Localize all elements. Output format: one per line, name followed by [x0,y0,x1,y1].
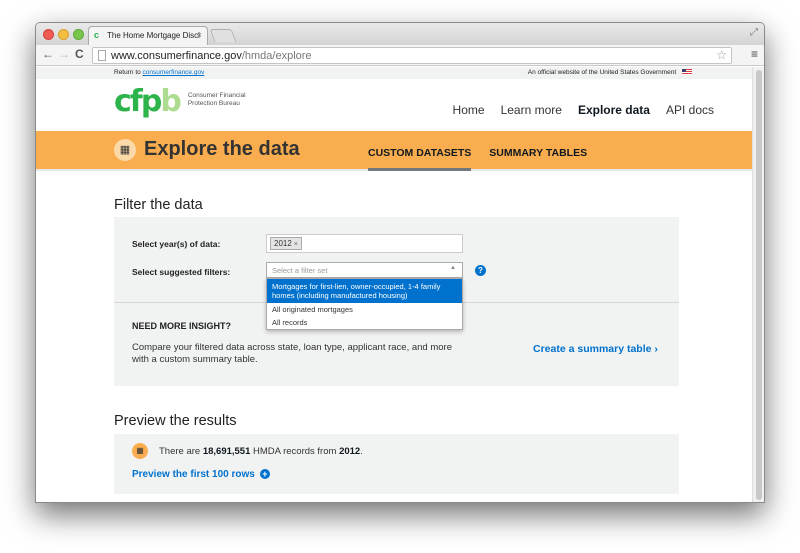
official-website-text: An official website of the United States… [527,69,677,76]
scrollbar-thumb[interactable] [756,70,762,500]
minimize-window-button[interactable] [58,29,69,40]
browser-window: c The Home Mortgage Discl × ⤢ ← → C www.… [35,22,765,503]
tab-close-icon[interactable]: × [197,30,202,40]
suggested-filters-label: Select suggested filters: [132,267,231,277]
filter-panel: Select year(s) of data: 2012 × Select sug… [114,217,679,386]
page-icon [98,50,106,61]
forward-arrow-icon[interactable]: → [58,47,70,61]
title-bar: c The Home Mortgage Discl × ⤢ [36,23,764,45]
record-count: 18,691,551 [202,446,251,457]
back-arrow-icon[interactable]: ← [42,47,54,61]
banner-tabs: CUSTOM DATASETS SUMMARY TABLES [368,131,587,171]
insight-title: NEED MORE INSIGHT? [132,321,232,331]
tab-summary-tables[interactable]: SUMMARY TABLES [489,131,587,171]
filter-set-dropdown: Mortgages for first-lien, owner-occupied… [266,278,463,330]
create-summary-table-link[interactable]: Create a summary table › [533,343,658,355]
table-icon: ▦ [132,443,148,459]
records-summary: There are 18,691,551 HMDA records from 2… [159,446,363,457]
page-viewport: Return to consumerfinance.gov An officia… [36,67,754,502]
bookmark-star-icon[interactable]: ☆ [716,48,727,62]
cfpb-logo-text: Consumer Financial Protection Bureau [187,92,246,107]
filter-set-select[interactable]: Select a filter set ▲ [266,262,463,278]
url-host: www.consumerfinance.gov [111,50,242,62]
browser-tab[interactable]: c The Home Mortgage Discl × [88,26,208,45]
vertical-scrollbar[interactable] [752,67,764,502]
new-tab-button[interactable] [209,29,237,42]
page-title: Explore the data [144,138,300,160]
year-chip: 2012 × [270,237,302,250]
chevron-up-icon: ▲ [450,265,456,271]
main-nav: Home Learn more Explore data API docs [453,103,714,117]
browser-menu-icon[interactable]: ≡ [751,47,758,61]
nav-learn-more[interactable]: Learn more [501,103,562,117]
dropdown-option[interactable]: All records [267,316,462,329]
cfpb-logo-mark: cfpb [114,84,182,119]
browser-toolbar: ← → C www.consumerfinance.gov/hmda/explo… [36,45,764,66]
year-label: Select year(s) of data: [132,239,221,249]
us-flag-icon [682,69,692,75]
close-window-button[interactable] [43,29,54,40]
filter-section-title: Filter the data [114,197,203,213]
tab-title: The Home Mortgage Discl [107,31,200,40]
government-banner: Return to consumerfinance.gov An officia… [36,67,754,79]
record-year: 2012 [339,446,361,457]
select-placeholder: Select a filter set [272,266,328,275]
download-table-icon: ▦ [114,139,136,161]
zoom-window-button[interactable] [73,29,84,40]
preview-rows-link[interactable]: Preview the first 100 rows + [132,469,270,480]
dropdown-option[interactable]: All originated mortgages [267,303,462,316]
plus-circle-icon: + [259,469,270,479]
cfpb-logo[interactable]: cfpb Consumer Financial Protection Burea… [114,87,246,117]
nav-home[interactable]: Home [453,103,485,117]
year-input[interactable]: 2012 × [266,234,463,253]
url-path: /hmda/explore [241,50,312,62]
fullscreen-icon[interactable]: ⤢ [750,27,758,38]
address-bar[interactable]: www.consumerfinance.gov/hmda/explore ☆ [92,47,732,64]
return-link[interactable]: consumerfinance.gov [143,69,205,76]
cfpb-favicon-icon: c [94,30,100,40]
help-icon[interactable]: ? [475,265,486,276]
preview-section-title: Preview the results [114,413,237,429]
tab-custom-datasets[interactable]: CUSTOM DATASETS [368,131,472,171]
insight-description: Compare your filtered data across state,… [132,342,453,365]
reload-icon[interactable]: C [75,47,84,61]
return-prefix: Return to [114,69,143,76]
site-header: cfpb Consumer Financial Protection Burea… [36,79,754,131]
preview-panel: ▦ There are 18,691,551 HMDA records from… [114,434,679,494]
nav-api-docs[interactable]: API docs [666,103,714,117]
explore-banner: ▦ Explore the data CUSTOM DATASETS SUMMA… [36,131,754,171]
remove-chip-icon[interactable]: × [294,241,298,248]
nav-explore-data[interactable]: Explore data [578,103,650,117]
dropdown-option[interactable]: Mortgages for first-lien, owner-occupied… [267,279,462,303]
